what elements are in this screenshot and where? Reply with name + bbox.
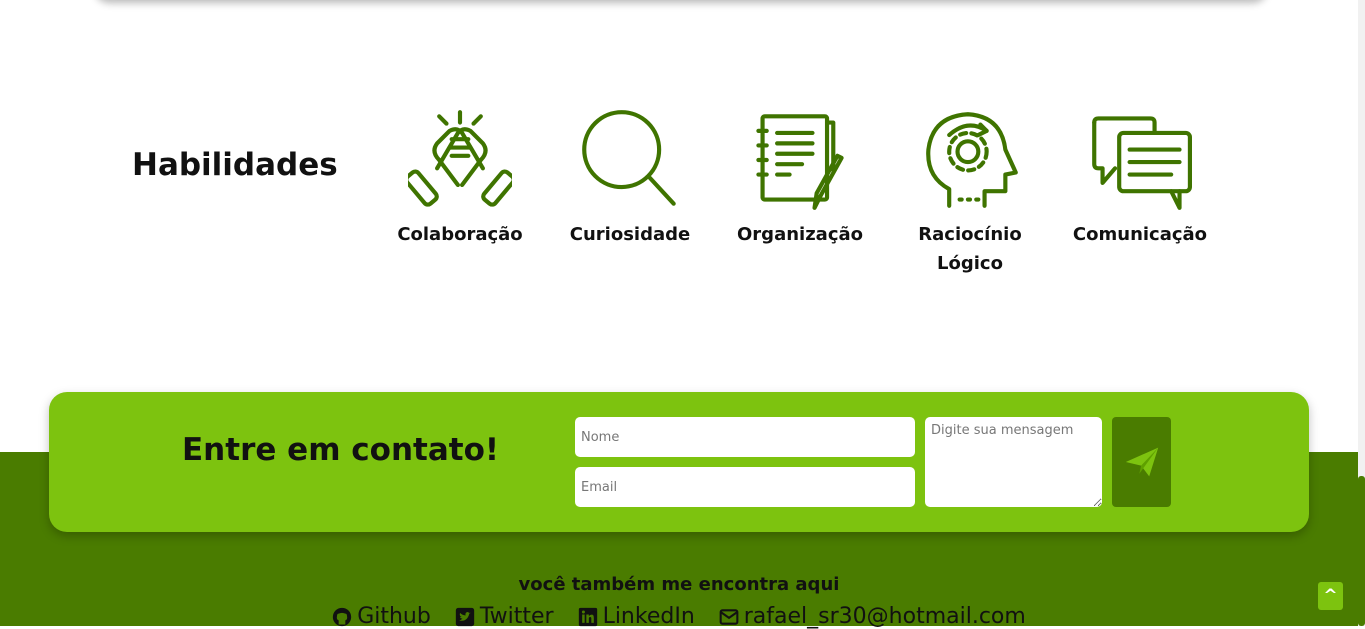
skill-colaboracao: Colaboração bbox=[375, 108, 545, 249]
linkedin-label: LinkedIn bbox=[602, 604, 695, 629]
email-input[interactable] bbox=[575, 467, 915, 507]
chat-bubbles-icon bbox=[1092, 116, 1192, 210]
skill-organizacao: Organização bbox=[715, 108, 885, 249]
linkedin-icon bbox=[578, 607, 597, 626]
twitter-link[interactable]: Twitter bbox=[455, 604, 554, 629]
send-button[interactable] bbox=[1112, 417, 1171, 507]
contact-title: Entre em contato! bbox=[182, 432, 500, 468]
paper-plane-icon bbox=[1125, 447, 1158, 477]
twitter-label: Twitter bbox=[479, 604, 554, 629]
github-label: Github bbox=[357, 604, 431, 629]
github-link[interactable]: Github bbox=[332, 604, 431, 629]
skill-label: Comunicação bbox=[1072, 224, 1208, 245]
back-to-top-button[interactable]: ^ bbox=[1318, 582, 1343, 610]
name-input[interactable] bbox=[575, 417, 915, 457]
skill-curiosidade: Curiosidade bbox=[545, 108, 715, 249]
linkedin-link[interactable]: LinkedIn bbox=[578, 604, 695, 629]
head-gear-icon bbox=[926, 112, 1018, 208]
handshake-icon bbox=[408, 110, 512, 207]
twitter-icon bbox=[455, 607, 474, 626]
skill-raciocinio-logico: Raciocínio Lógico bbox=[885, 108, 1055, 278]
skill-comunicacao: Comunicação bbox=[1055, 108, 1225, 249]
skills-title: Habilidades bbox=[132, 147, 338, 183]
scrollbar-thumb[interactable] bbox=[1358, 476, 1365, 626]
find-me-heading: você também me encontra aqui bbox=[518, 574, 840, 595]
skill-label: Curiosidade bbox=[569, 224, 691, 245]
email-label: rafael_sr30@hotmail.com bbox=[743, 604, 1026, 629]
skill-label: Raciocínio Lógico bbox=[918, 224, 1022, 274]
message-textarea[interactable] bbox=[925, 417, 1102, 507]
skill-label: Colaboração bbox=[397, 224, 523, 245]
github-icon bbox=[333, 607, 352, 626]
notepad-icon bbox=[756, 114, 844, 210]
scrollbar[interactable] bbox=[1358, 0, 1365, 626]
contact-card: Entre em contato! bbox=[49, 392, 1309, 532]
magnifier-icon bbox=[582, 110, 676, 206]
email-link[interactable]: rafael_sr30@hotmail.com bbox=[719, 604, 1026, 629]
mail-icon bbox=[719, 608, 739, 625]
skill-label: Organização bbox=[737, 224, 863, 245]
social-links: Github Twitter LinkedIn rafael_sr30@hotm… bbox=[0, 604, 1358, 629]
